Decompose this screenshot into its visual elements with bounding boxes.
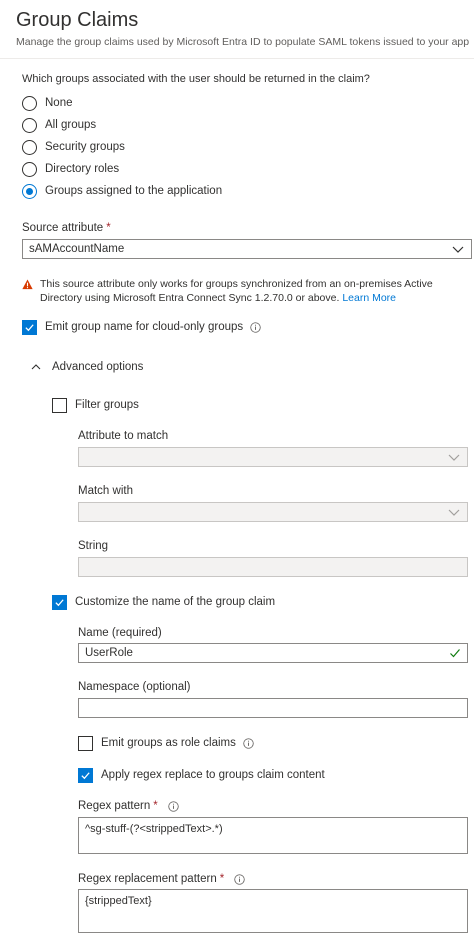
checkbox-unchecked[interactable] [78, 735, 93, 751]
radio-button-selected[interactable] [22, 183, 37, 199]
emit-as-roles-label: Emit groups as role claims [101, 737, 236, 749]
regex-replacement-label: Regex replacement pattern * [78, 873, 245, 885]
radio-option-security-groups[interactable]: Security groups [22, 138, 125, 156]
advanced-options-label: Advanced options [52, 361, 144, 373]
name-input[interactable]: UserRole [78, 643, 468, 663]
regex-pattern-textarea[interactable]: ^sg-stuff-(?<strippedText>.*) [78, 817, 468, 854]
required-mark: * [106, 222, 111, 234]
customize-name-checkbox-row[interactable]: Customize the name of the group claim [52, 593, 275, 611]
radio-label: Groups assigned to the application [45, 185, 223, 197]
radio-button[interactable] [22, 161, 37, 177]
string-input[interactable] [78, 557, 468, 577]
source-attribute-value: sAMAccountName [29, 243, 125, 255]
warning-icon [22, 279, 33, 290]
groups-question: Which groups associated with the user sh… [22, 73, 370, 85]
attribute-to-match-dropdown[interactable] [78, 447, 468, 467]
customize-name-label: Customize the name of the group claim [75, 596, 276, 608]
source-attribute-label-text: Source attribute [22, 222, 104, 234]
checkbox-unchecked[interactable] [52, 397, 67, 413]
source-attribute-warning: This source attribute only works for gro… [22, 277, 468, 305]
radio-option-groups-assigned[interactable]: Groups assigned to the application [22, 182, 222, 200]
source-attribute-label: Source attribute * [22, 222, 111, 234]
page-title: Group Claims [16, 9, 139, 31]
valid-check-icon [450, 649, 460, 658]
learn-more-link[interactable]: Learn More [342, 292, 396, 304]
match-with-label: Match with [78, 485, 133, 497]
source-attribute-dropdown[interactable]: sAMAccountName [22, 239, 472, 259]
apply-regex-label: Apply regex replace to groups claim cont… [101, 769, 325, 781]
radio-label: None [45, 97, 73, 109]
info-icon[interactable] [250, 321, 261, 333]
radio-button[interactable] [22, 95, 37, 111]
radio-option-all-groups[interactable]: All groups [22, 116, 96, 134]
radio-label: Directory roles [45, 163, 120, 175]
page-subtitle: Manage the group claims used by Microsof… [16, 36, 470, 48]
namespace-input[interactable] [78, 698, 468, 718]
checkbox-checked[interactable] [78, 767, 93, 783]
info-icon[interactable] [168, 800, 179, 812]
radio-button[interactable] [22, 139, 37, 155]
filter-groups-label: Filter groups [75, 399, 139, 411]
radio-option-directory-roles[interactable]: Directory roles [22, 160, 119, 178]
radio-option-none[interactable]: None [22, 94, 73, 112]
chevron-up-icon [31, 364, 41, 370]
header-divider [0, 58, 474, 59]
regex-pattern-label: Regex pattern * [78, 800, 179, 812]
filter-groups-checkbox-row[interactable]: Filter groups [52, 396, 139, 414]
name-value: UserRole [85, 647, 133, 659]
warning-text-block: This source attribute only works for gro… [40, 277, 468, 305]
emit-cloud-only-label: Emit group name for cloud-only groups [45, 321, 244, 333]
name-label: Name (required) [78, 627, 162, 639]
attribute-to-match-label: Attribute to match [78, 430, 169, 442]
apply-regex-checkbox-row[interactable]: Apply regex replace to groups claim cont… [78, 766, 325, 784]
match-with-dropdown[interactable] [78, 502, 468, 522]
regex-replacement-label-text: Regex replacement pattern [78, 873, 217, 885]
checkbox-checked[interactable] [22, 319, 37, 335]
info-icon[interactable] [234, 873, 245, 885]
emit-as-roles-checkbox-row[interactable]: Emit groups as role claims [78, 734, 254, 752]
regex-pattern-label-text: Regex pattern [78, 800, 151, 812]
required-mark: * [219, 873, 225, 885]
radio-label: Security groups [45, 141, 125, 153]
chevron-down-icon [447, 505, 461, 519]
string-label: String [78, 540, 109, 552]
info-icon[interactable] [243, 737, 254, 749]
namespace-label: Namespace (optional) [78, 681, 191, 693]
checkbox-checked[interactable] [52, 594, 67, 610]
chevron-down-icon [451, 242, 465, 256]
emit-cloud-only-checkbox-row[interactable]: Emit group name for cloud-only groups [22, 318, 261, 336]
regex-replacement-textarea[interactable]: {strippedText} [78, 889, 468, 933]
radio-label: All groups [45, 119, 97, 131]
advanced-options-toggle[interactable]: Advanced options [30, 359, 143, 375]
required-mark: * [153, 800, 158, 812]
radio-button[interactable] [22, 117, 37, 133]
chevron-down-icon [447, 450, 461, 464]
